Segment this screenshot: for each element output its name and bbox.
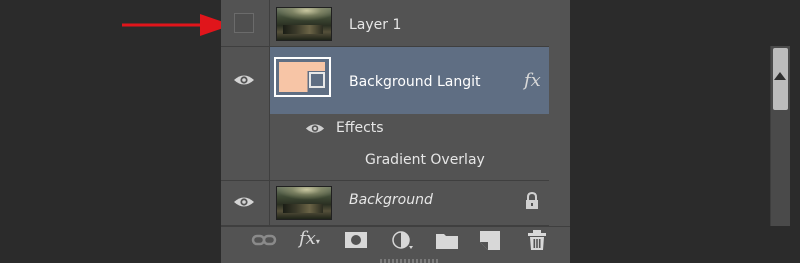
fx-icon[interactable]: fx <box>524 70 541 91</box>
fx-icon[interactable]: fx▾ <box>299 228 320 249</box>
layer-row-background-langit[interactable]: Background Langit fx <box>221 47 549 114</box>
shape-layer-thumbnail <box>274 57 331 97</box>
lock-icon[interactable] <box>524 191 540 215</box>
layer-row-background[interactable]: Background <box>221 181 549 226</box>
folder-icon[interactable] <box>436 232 458 253</box>
effect-item-row[interactable]: Gradient Overlay <box>221 144 549 181</box>
layer-name[interactable]: Layer 1 <box>349 17 401 33</box>
visibility-column <box>221 47 270 114</box>
effects-row[interactable]: Effects <box>221 114 549 144</box>
layer-thumbnail <box>276 186 332 220</box>
new-layer-icon[interactable] <box>480 231 500 254</box>
layer-row-layer-1[interactable]: Layer 1 <box>221 0 549 47</box>
visibility-column <box>221 144 270 180</box>
layer-1-visibility-toggle[interactable] <box>234 13 254 33</box>
effects-label: Effects <box>336 120 384 136</box>
visibility-column <box>221 114 270 144</box>
visibility-column <box>221 0 270 46</box>
trash-icon[interactable] <box>527 230 547 254</box>
layers-panel: Layer 1 Background Langit fx Effects Gra… <box>221 0 790 263</box>
fx-label: fx <box>299 228 316 249</box>
vector-mask-icon <box>309 72 325 88</box>
annotation-arrow <box>122 14 232 36</box>
toolbar-divider <box>221 226 570 227</box>
scroll-up-arrow-icon[interactable] <box>774 72 786 80</box>
link-icon[interactable] <box>251 230 277 254</box>
panel-resize-grip[interactable] <box>380 259 440 263</box>
effect-item-label: Gradient Overlay <box>365 152 485 168</box>
layer-name[interactable]: Background <box>349 192 433 208</box>
layer-mask-icon[interactable] <box>345 232 367 252</box>
adjustment-layer-icon[interactable] <box>392 231 414 255</box>
layer-name[interactable]: Background Langit <box>349 74 481 90</box>
layer-thumbnail <box>276 7 332 41</box>
visibility-column <box>221 181 270 225</box>
scrollbar[interactable] <box>770 46 790 226</box>
